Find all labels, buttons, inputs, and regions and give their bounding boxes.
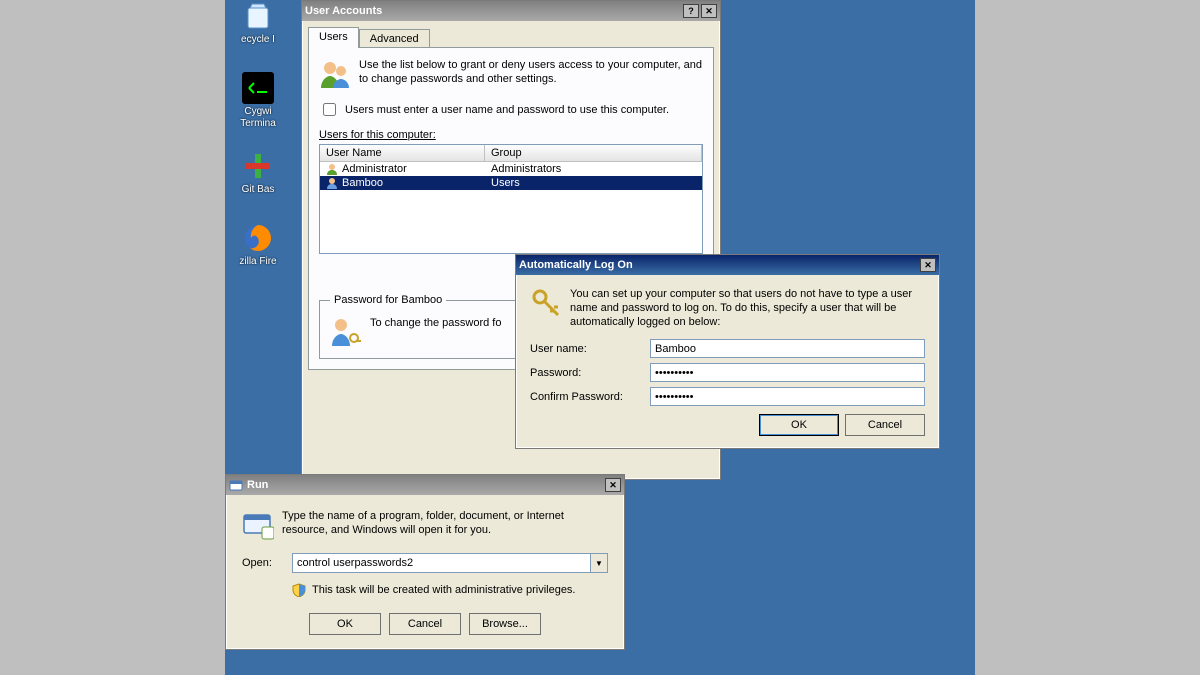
open-input[interactable] bbox=[292, 553, 590, 573]
username-label: User name: bbox=[530, 343, 650, 355]
inactive-panel-left bbox=[0, 0, 225, 675]
list-row[interactable]: Administrator Administrators bbox=[320, 162, 702, 176]
password-label: Password: bbox=[530, 367, 650, 379]
tabstrip: Users Advanced bbox=[302, 21, 720, 48]
password-legend: Password for Bamboo bbox=[330, 294, 446, 306]
desktop: ecycle I Cygwi Termina Git Bas zilla Fir… bbox=[225, 0, 975, 675]
user-icon bbox=[326, 163, 340, 175]
help-button[interactable]: ? bbox=[683, 4, 699, 18]
user-key-icon bbox=[330, 316, 362, 348]
close-button[interactable]: ✕ bbox=[701, 4, 717, 18]
tab-users[interactable]: Users bbox=[308, 27, 359, 48]
tab-advanced[interactable]: Advanced bbox=[359, 29, 430, 48]
run-icon bbox=[229, 478, 243, 492]
cancel-button[interactable]: Cancel bbox=[845, 414, 925, 436]
col-username[interactable]: User Name bbox=[320, 145, 485, 161]
run-program-icon bbox=[242, 509, 274, 541]
users-list[interactable]: User Name Group Administrator Administra… bbox=[319, 144, 703, 254]
close-button[interactable]: ✕ bbox=[920, 258, 936, 272]
browse-button[interactable]: Browse... bbox=[469, 613, 541, 635]
shield-text: This task will be created with administr… bbox=[312, 584, 576, 596]
checkbox-label: Users must enter a user name and passwor… bbox=[345, 104, 669, 116]
require-password-input[interactable] bbox=[323, 103, 336, 116]
password-text: To change the password fo bbox=[370, 316, 501, 348]
cancel-button[interactable]: Cancel bbox=[389, 613, 461, 635]
window-title: User Accounts bbox=[305, 5, 382, 17]
desktop-icon-firefox[interactable]: zilla Fire bbox=[229, 222, 287, 268]
col-group[interactable]: Group bbox=[485, 145, 702, 161]
users-list-label: Users for this computer: bbox=[319, 129, 703, 141]
ok-button[interactable]: OK bbox=[309, 613, 381, 635]
dropdown-button[interactable]: ▼ bbox=[590, 553, 608, 573]
keys-icon bbox=[530, 287, 562, 319]
open-combobox[interactable]: ▼ bbox=[292, 553, 608, 573]
close-button[interactable]: ✕ bbox=[605, 478, 621, 492]
require-password-checkbox[interactable]: Users must enter a user name and passwor… bbox=[319, 100, 703, 119]
users-icon bbox=[319, 58, 351, 90]
user-accounts-titlebar[interactable]: User Accounts ? ✕ bbox=[302, 1, 720, 21]
list-row-selected[interactable]: Bamboo Users bbox=[320, 176, 702, 190]
dialog-title: Automatically Log On bbox=[519, 259, 633, 271]
dialog-hint: You can set up your computer so that use… bbox=[570, 287, 925, 329]
open-label: Open: bbox=[242, 557, 282, 569]
desktop-icon-label: Git Bas bbox=[242, 184, 275, 195]
auto-logon-dialog: Automatically Log On ✕ You can set up yo… bbox=[515, 254, 940, 449]
ok-button[interactable]: OK bbox=[759, 414, 839, 436]
desktop-icon-label: ecycle I bbox=[241, 34, 275, 45]
run-titlebar[interactable]: Run ✕ bbox=[226, 475, 624, 495]
shield-icon bbox=[292, 583, 306, 597]
desktop-icon-recycle[interactable]: ecycle I bbox=[229, 0, 287, 46]
desktop-icon-gitbash[interactable]: Git Bas bbox=[229, 150, 287, 196]
list-header: User Name Group bbox=[320, 145, 702, 162]
desktop-icon-label: zilla Fire bbox=[239, 256, 276, 267]
hint-text: Use the list below to grant or deny user… bbox=[359, 58, 703, 90]
auto-logon-titlebar[interactable]: Automatically Log On ✕ bbox=[516, 255, 939, 275]
username-input[interactable] bbox=[650, 339, 925, 358]
desktop-icon-cygwin[interactable]: Cygwi Termina bbox=[229, 72, 287, 130]
user-icon bbox=[326, 177, 340, 189]
confirm-password-input[interactable] bbox=[650, 387, 925, 406]
run-hint: Type the name of a program, folder, docu… bbox=[282, 509, 608, 541]
window-title: Run bbox=[247, 479, 268, 491]
run-dialog: Run ✕ Type the name of a program, folder… bbox=[225, 474, 625, 650]
inactive-panel-right bbox=[975, 0, 1200, 675]
password-input[interactable] bbox=[650, 363, 925, 382]
desktop-icon-label: Cygwi Termina bbox=[240, 106, 276, 129]
confirm-password-label: Confirm Password: bbox=[530, 391, 650, 403]
